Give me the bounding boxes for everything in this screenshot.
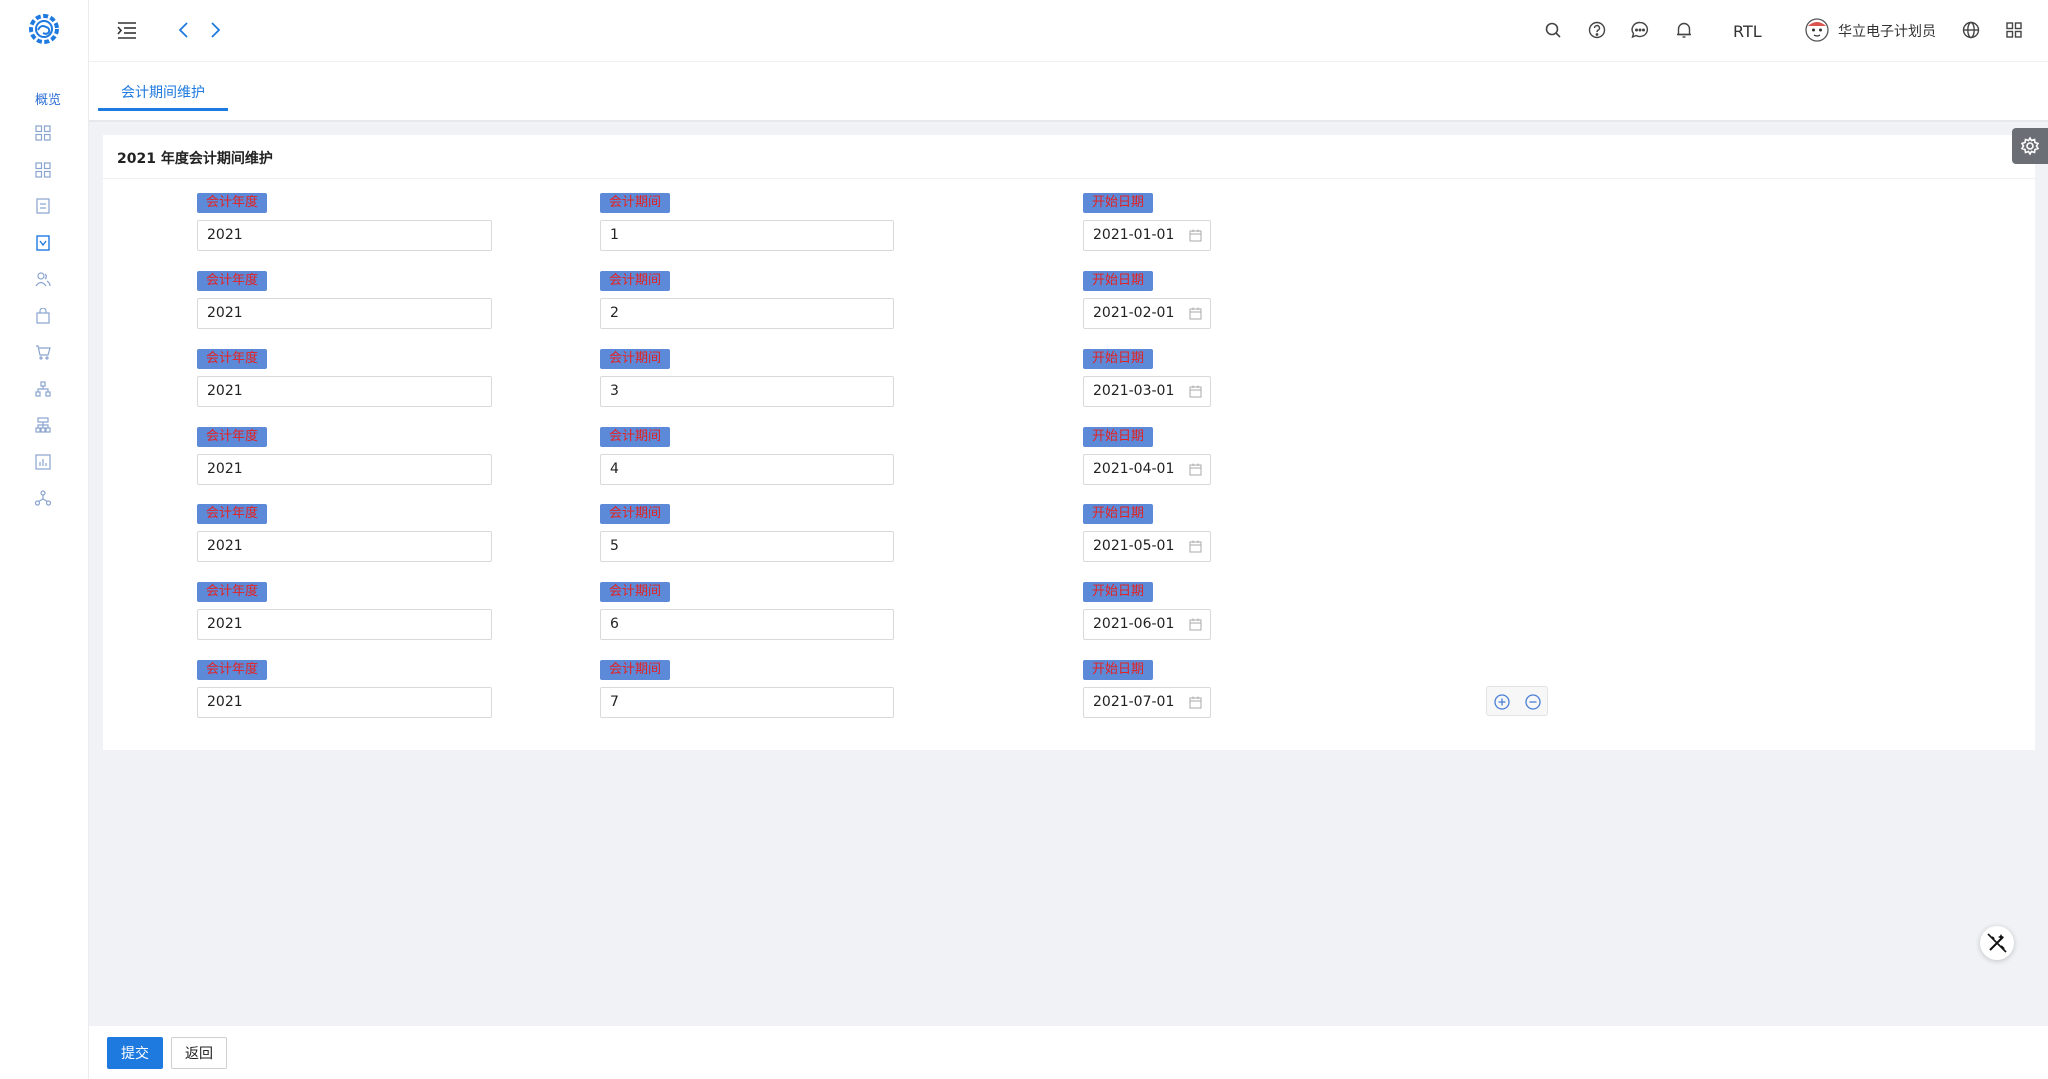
- chevron-left-icon[interactable]: [173, 19, 195, 41]
- year-input[interactable]: 2021: [197, 298, 492, 329]
- period-input[interactable]: 2: [600, 298, 894, 329]
- rtl-toggle[interactable]: RTL: [1733, 22, 1762, 41]
- period-input[interactable]: 4: [600, 454, 894, 485]
- calendar-icon[interactable]: [1189, 307, 1202, 320]
- start-date-value: 2021-07-01: [1093, 694, 1175, 710]
- grid-icon[interactable]: [35, 125, 51, 141]
- org-chart-icon[interactable]: [35, 381, 51, 397]
- chevron-right-icon[interactable]: [204, 19, 226, 41]
- start-date-picker[interactable]: 2021-01-01: [1083, 220, 1211, 251]
- cart-icon[interactable]: [35, 344, 51, 360]
- start-date-value: 2021-02-01: [1093, 305, 1175, 321]
- tab-active-indicator: [98, 108, 228, 111]
- label-period: 会计期间: [600, 504, 671, 524]
- remove-row-icon[interactable]: [1524, 693, 1542, 711]
- label-start-date: 开始日期: [1083, 193, 1154, 213]
- start-date-value: 2021-01-01: [1093, 227, 1175, 243]
- start-date-picker[interactable]: 2021-03-01: [1083, 376, 1211, 407]
- settings-drawer-button[interactable]: [2012, 128, 2048, 164]
- start-date-value: 2021-03-01: [1093, 383, 1175, 399]
- label-period: 会计期间: [600, 193, 671, 213]
- year-input[interactable]: 2021: [197, 609, 492, 640]
- calendar-icon[interactable]: [1189, 618, 1202, 631]
- label-year: 会计年度: [197, 660, 268, 680]
- label-year: 会计年度: [197, 582, 268, 602]
- label-year: 会计年度: [197, 504, 268, 524]
- period-input[interactable]: 1: [600, 220, 894, 251]
- start-date-value: 2021-06-01: [1093, 616, 1175, 632]
- network-icon[interactable]: [35, 490, 51, 506]
- start-date-picker[interactable]: 2021-04-01: [1083, 454, 1211, 485]
- grid-icon[interactable]: [35, 162, 51, 178]
- calendar-icon[interactable]: [1189, 463, 1202, 476]
- user-name[interactable]: 华立电子计划员: [1838, 21, 1936, 41]
- search-icon[interactable]: [1542, 19, 1564, 41]
- tab-bar: [89, 62, 2048, 122]
- label-start-date: 开始日期: [1083, 427, 1154, 447]
- sidebar: 概览: [0, 0, 89, 1079]
- label-start-date: 开始日期: [1083, 271, 1154, 291]
- magic-wand-button[interactable]: [1980, 926, 2014, 960]
- report-icon[interactable]: [35, 454, 51, 470]
- period-input[interactable]: 7: [600, 687, 894, 718]
- users-icon[interactable]: [35, 271, 51, 287]
- label-year: 会计年度: [197, 427, 268, 447]
- period-input[interactable]: 3: [600, 376, 894, 407]
- message-icon[interactable]: [1629, 19, 1651, 41]
- app-logo[interactable]: [26, 9, 62, 49]
- avatar[interactable]: [1804, 17, 1830, 43]
- label-period: 会计期间: [600, 271, 671, 291]
- row-controls: [1486, 686, 1548, 716]
- label-year: 会计年度: [197, 193, 268, 213]
- app-grid-icon[interactable]: [2003, 19, 2025, 41]
- start-date-value: 2021-05-01: [1093, 538, 1175, 554]
- period-input[interactable]: 6: [600, 609, 894, 640]
- globe-icon[interactable]: [1960, 19, 1982, 41]
- label-period: 会计期间: [600, 660, 671, 680]
- document-icon[interactable]: [35, 198, 51, 214]
- year-input[interactable]: 2021: [197, 376, 492, 407]
- bag-icon[interactable]: [35, 308, 51, 324]
- menu-fold-icon[interactable]: [116, 19, 138, 41]
- year-input[interactable]: 2021: [197, 531, 492, 562]
- calendar-icon[interactable]: [1189, 385, 1202, 398]
- submit-button[interactable]: 提交: [107, 1037, 163, 1069]
- start-date-picker[interactable]: 2021-05-01: [1083, 531, 1211, 562]
- start-date-picker[interactable]: 2021-07-01: [1083, 687, 1211, 718]
- label-period: 会计期间: [600, 427, 671, 447]
- year-input[interactable]: 2021: [197, 687, 492, 718]
- year-input[interactable]: 2021: [197, 454, 492, 485]
- card-title: 2021 年度会计期间维护: [117, 151, 273, 167]
- hierarchy-icon[interactable]: [35, 417, 51, 433]
- label-start-date: 开始日期: [1083, 582, 1154, 602]
- start-date-picker[interactable]: 2021-02-01: [1083, 298, 1211, 329]
- label-period: 会计期间: [600, 349, 671, 369]
- label-start-date: 开始日期: [1083, 349, 1154, 369]
- footer-bar: [89, 1026, 2048, 1079]
- calendar-icon[interactable]: [1189, 696, 1202, 709]
- period-input[interactable]: 5: [600, 531, 894, 562]
- back-button[interactable]: 返回: [171, 1037, 227, 1069]
- calendar-icon[interactable]: [1189, 229, 1202, 242]
- label-period: 会计期间: [600, 582, 671, 602]
- calendar-icon[interactable]: [1189, 540, 1202, 553]
- label-start-date: 开始日期: [1083, 660, 1154, 680]
- help-icon[interactable]: [1586, 19, 1608, 41]
- year-input[interactable]: 2021: [197, 220, 492, 251]
- tab-accounting-period[interactable]: 会计期间维护: [98, 62, 228, 112]
- sidebar-item-overview[interactable]: 概览: [35, 89, 61, 108]
- label-year: 会计年度: [197, 271, 268, 291]
- start-date-value: 2021-04-01: [1093, 461, 1175, 477]
- label-year: 会计年度: [197, 349, 268, 369]
- add-row-icon[interactable]: [1493, 693, 1511, 711]
- start-date-picker[interactable]: 2021-06-01: [1083, 609, 1211, 640]
- card-divider: [103, 178, 2035, 179]
- bell-icon[interactable]: [1673, 19, 1695, 41]
- download-box-icon[interactable]: [35, 235, 51, 251]
- label-start-date: 开始日期: [1083, 504, 1154, 524]
